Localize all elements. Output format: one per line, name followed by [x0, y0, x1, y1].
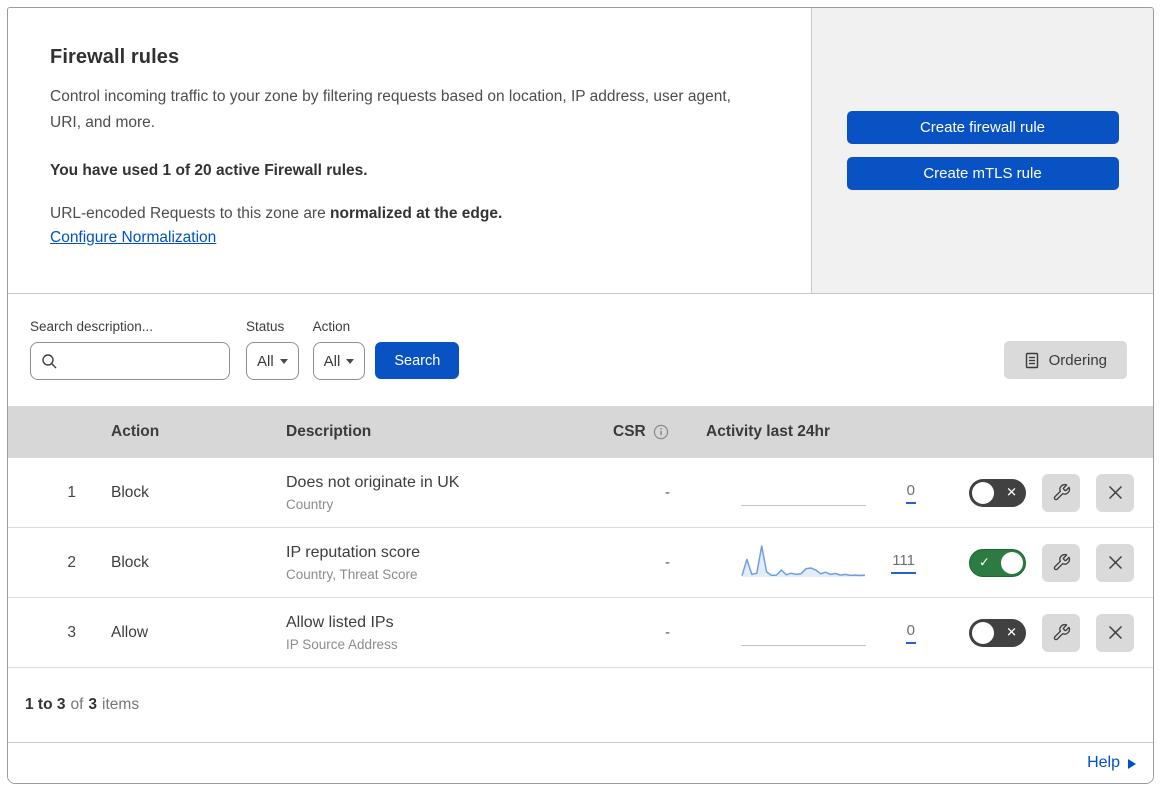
search-label: Search description... [30, 319, 154, 334]
delete-rule-button[interactable] [1096, 613, 1134, 652]
rule-fields: IP Source Address [286, 636, 398, 652]
activity-count-link[interactable]: 111 [891, 552, 916, 574]
filter-bar: Search description... Status All Action … [8, 294, 1153, 406]
normalization-note-bold: normalized at the edge. [330, 205, 503, 222]
close-icon [1107, 554, 1124, 571]
pagination-total: 3 [88, 696, 98, 713]
rule-enabled-toggle[interactable]: ✓ [969, 548, 1026, 577]
info-icon[interactable] [653, 424, 669, 440]
wrench-icon [1052, 553, 1071, 572]
delete-rule-button[interactable] [1096, 543, 1134, 582]
help-link-label: Help [1087, 754, 1120, 771]
edit-rule-button[interactable] [1042, 613, 1080, 652]
rule-fields: Country, Threat Score [286, 566, 418, 582]
table-header: Action Description CSR Activity last 24h… [8, 406, 1153, 458]
search-button[interactable]: Search [375, 342, 460, 379]
search-input[interactable] [66, 353, 219, 369]
toggle-knob [972, 621, 994, 644]
activity-count-link[interactable]: 0 [905, 622, 916, 644]
close-icon: ✕ [1006, 484, 1017, 500]
pagination-summary: 1 to 3 of 3 items [8, 668, 1153, 742]
activity-sparkline [741, 473, 866, 513]
toggle-knob [972, 481, 994, 504]
edit-rule-button[interactable] [1042, 473, 1080, 512]
action-label: Action [312, 319, 351, 334]
header-activity: Activity last 24hr [706, 423, 831, 440]
edit-rule-button[interactable] [1042, 543, 1080, 582]
rule-description: Allow listed IPs [286, 613, 394, 631]
status-dropdown[interactable]: All [246, 342, 299, 380]
create-mtls-rule-button[interactable]: Create mTLS rule [846, 157, 1119, 190]
rule-number: 3 [67, 623, 76, 641]
rule-csr-value: - [665, 554, 670, 571]
create-firewall-rule-button[interactable]: Create firewall rule [846, 111, 1119, 144]
activity-sparkline [741, 613, 866, 653]
pagination-of: of [70, 696, 84, 713]
usage-summary: You have used 1 of 20 active Firewall ru… [50, 162, 368, 179]
chevron-down-icon [279, 358, 288, 364]
configure-normalization-link[interactable]: Configure Normalization [50, 229, 216, 247]
page-description: Control incoming traffic to your zone by… [50, 88, 731, 131]
rule-action: Allow [111, 623, 149, 641]
rule-description: Does not originate in UK [286, 473, 460, 491]
rule-fields: Country [286, 496, 334, 512]
hero-section: Firewall rules Control incoming traffic … [8, 8, 1153, 294]
search-icon [41, 353, 58, 370]
close-icon [1107, 624, 1124, 641]
check-icon: ✓ [979, 554, 990, 570]
toggle-knob [1001, 551, 1023, 574]
pagination-range: 1 to 3 [25, 696, 66, 713]
header-csr-label: CSR [613, 423, 646, 440]
close-icon: ✕ [1006, 624, 1017, 640]
search-input-container [30, 342, 230, 380]
chevron-down-icon [346, 358, 355, 364]
close-icon [1107, 484, 1124, 501]
rule-csr-value: - [665, 484, 670, 501]
rule-number: 1 [67, 483, 76, 501]
rule-enabled-toggle[interactable]: ✕ [969, 478, 1026, 507]
normalization-note: URL-encoded Requests to this zone are no… [50, 205, 771, 223]
help-bar: Help [8, 742, 1153, 783]
normalization-note-text: URL-encoded Requests to this zone are [50, 205, 331, 222]
firewall-rules-card: Firewall rules Control incoming traffic … [7, 7, 1154, 784]
header-csr: CSR [598, 423, 698, 441]
table-row: 2 Block IP reputation score Country, Thr… [8, 528, 1153, 598]
activity-count-link[interactable]: 0 [905, 482, 916, 504]
action-dropdown[interactable]: All [312, 342, 366, 380]
hero-text-panel: Firewall rules Control incoming traffic … [8, 8, 812, 293]
action-dropdown-value: All [323, 352, 341, 370]
actions-panel: Create firewall rule Create mTLS rule [812, 8, 1153, 293]
ordering-list-icon [1024, 352, 1040, 369]
header-description: Description [286, 423, 372, 440]
rule-action: Block [111, 483, 149, 501]
delete-rule-button[interactable] [1096, 473, 1134, 512]
page-title: Firewall rules [50, 46, 180, 68]
rule-csr-value: - [665, 624, 670, 641]
ordering-button[interactable]: Ordering [1003, 341, 1127, 379]
help-arrow-icon [1128, 759, 1136, 769]
rule-enabled-toggle[interactable]: ✕ [969, 618, 1026, 647]
ordering-button-label: Ordering [1048, 351, 1107, 369]
header-action: Action [111, 423, 160, 440]
status-dropdown-value: All [257, 352, 274, 370]
activity-sparkline [741, 543, 866, 583]
table-row: 1 Block Does not originate in UK Country… [8, 458, 1153, 528]
wrench-icon [1052, 623, 1071, 642]
wrench-icon [1052, 483, 1071, 502]
rule-description: IP reputation score [286, 543, 421, 561]
help-link[interactable]: Help [1087, 754, 1136, 772]
status-label: Status [246, 319, 285, 334]
pagination-items: items [102, 696, 140, 713]
rule-action: Block [111, 553, 149, 571]
table-row: 3 Allow Allow listed IPs IP Source Addre… [8, 598, 1153, 668]
rule-number: 2 [67, 553, 76, 571]
